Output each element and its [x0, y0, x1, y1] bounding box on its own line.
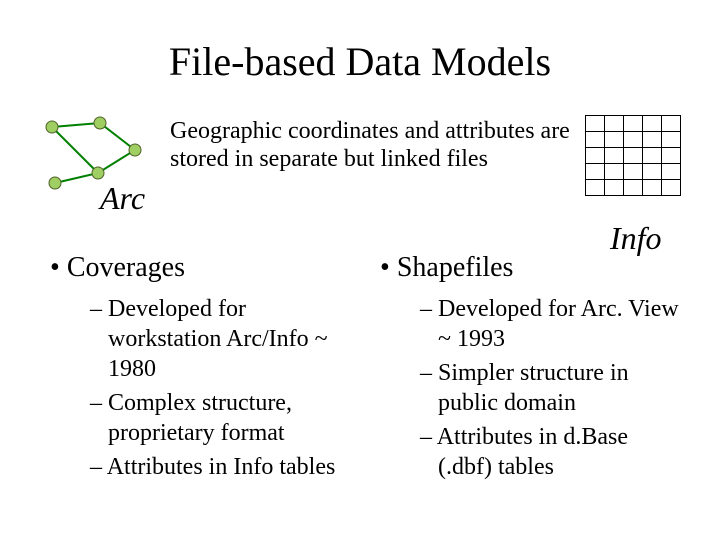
- coverages-list: Developed for workstation Arc/Info ~ 198…: [50, 294, 350, 482]
- content-columns: Coverages Developed for workstation Arc/…: [50, 252, 680, 486]
- left-column: Coverages Developed for workstation Arc/…: [50, 252, 350, 486]
- arc-label: Arc: [100, 180, 145, 217]
- shapefiles-heading: Shapefiles: [380, 252, 680, 284]
- slide: File-based Data Models Geographic coordi…: [0, 0, 720, 540]
- list-item: Attributes in Info tables: [90, 452, 350, 482]
- info-table-icon: [585, 115, 681, 196]
- slide-subtitle: Geographic coordinates and attributes ar…: [170, 118, 590, 173]
- shapefiles-list: Developed for Arc. View ~ 1993Simpler st…: [380, 294, 680, 482]
- coverages-heading: Coverages: [50, 252, 350, 284]
- list-item: Developed for Arc. View ~ 1993: [420, 294, 680, 354]
- list-item: Complex structure, proprietary format: [90, 388, 350, 448]
- list-item: Developed for workstation Arc/Info ~ 198…: [90, 294, 350, 384]
- list-item: Simpler structure in public domain: [420, 358, 680, 418]
- slide-title: File-based Data Models: [0, 38, 720, 85]
- list-item: Attributes in d.Base (.dbf) tables: [420, 422, 680, 482]
- right-column: Shapefiles Developed for Arc. View ~ 199…: [380, 252, 680, 486]
